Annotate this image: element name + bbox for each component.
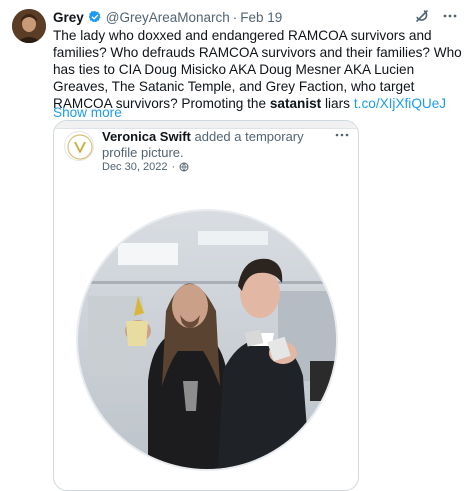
quoted-date-line: Dec 30, 2022 ·: [102, 161, 189, 173]
quoted-avatar: [64, 131, 94, 161]
grok-icon[interactable]: [414, 8, 430, 24]
author-avatar[interactable]: [12, 9, 46, 43]
quoted-name: Veronica Swift: [102, 129, 191, 144]
header-separator: ·: [232, 9, 238, 25]
author-name[interactable]: Grey: [53, 10, 84, 25]
tweet-header: Grey @GreyAreaMonarch · Feb 19: [53, 8, 458, 26]
author-handle[interactable]: @GreyAreaMonarch: [106, 10, 230, 25]
quoted-separator: ·: [171, 161, 176, 173]
tweet-link[interactable]: t.co/XIjXfiQUeJ: [354, 96, 446, 111]
quoted-more-icon: [334, 127, 350, 137]
quoted-date: Dec 30, 2022: [102, 161, 168, 173]
tweet-text-end: liars: [321, 96, 350, 111]
show-more-link[interactable]: Show more: [53, 105, 122, 120]
tweet-text: The lady who doxxed and endangered RAMCO…: [53, 27, 463, 112]
media-card[interactable]: Veronica Swift added a temporary profile…: [53, 120, 359, 491]
header-actions: [414, 8, 458, 24]
globe-icon: [179, 162, 189, 172]
media-top-strip: [54, 121, 358, 129]
tweet[interactable]: Grey @GreyAreaMonarch · Feb 19 The lady …: [0, 0, 474, 491]
profile-photo: [76, 209, 338, 471]
verified-badge-icon: [88, 10, 102, 24]
quoted-name-line: Veronica Swift added a temporary profile…: [102, 129, 312, 161]
more-icon[interactable]: [442, 8, 458, 24]
tweet-text-bold: satanist: [269, 96, 322, 111]
tweet-date[interactable]: Feb 19: [240, 10, 282, 25]
